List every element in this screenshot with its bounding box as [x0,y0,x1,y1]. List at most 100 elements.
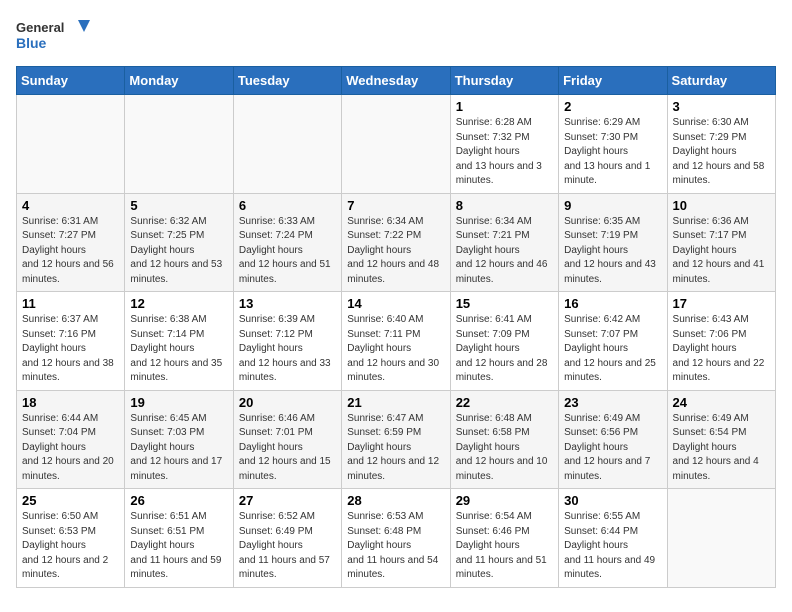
day-info: Sunrise: 6:53 AM Sunset: 6:48 PM Dayligh… [347,510,444,583]
calendar-week-2: 11 Sunrise: 6:37 AM Sunset: 7:16 PM Dayl… [17,292,776,391]
calendar-cell: 4 Sunrise: 6:31 AM Sunset: 7:27 PM Dayli… [17,193,125,292]
calendar-cell: 28 Sunrise: 6:53 AM Sunset: 6:48 PM Dayl… [342,489,450,588]
day-info: Sunrise: 6:28 AM Sunset: 7:32 PM Dayligh… [456,116,553,189]
day-number: 5 [130,198,227,213]
calendar-cell [233,95,341,194]
day-number: 4 [22,198,119,213]
day-info: Sunrise: 6:41 AM Sunset: 7:09 PM Dayligh… [456,313,553,386]
day-info: Sunrise: 6:50 AM Sunset: 6:53 PM Dayligh… [22,510,119,583]
day-number: 30 [564,493,661,508]
calendar-cell: 30 Sunrise: 6:55 AM Sunset: 6:44 PM Dayl… [559,489,667,588]
day-header-sunday: Sunday [17,67,125,95]
day-number: 13 [239,296,336,311]
day-number: 7 [347,198,444,213]
day-header-monday: Monday [125,67,233,95]
day-number: 10 [673,198,770,213]
day-info: Sunrise: 6:42 AM Sunset: 7:07 PM Dayligh… [564,313,661,386]
calendar-week-1: 4 Sunrise: 6:31 AM Sunset: 7:27 PM Dayli… [17,193,776,292]
day-number: 14 [347,296,444,311]
day-number: 12 [130,296,227,311]
calendar-cell: 23 Sunrise: 6:49 AM Sunset: 6:56 PM Dayl… [559,390,667,489]
calendar-cell: 17 Sunrise: 6:43 AM Sunset: 7:06 PM Dayl… [667,292,775,391]
day-info: Sunrise: 6:40 AM Sunset: 7:11 PM Dayligh… [347,313,444,386]
day-info: Sunrise: 6:54 AM Sunset: 6:46 PM Dayligh… [456,510,553,583]
day-number: 23 [564,395,661,410]
day-number: 15 [456,296,553,311]
day-info: Sunrise: 6:32 AM Sunset: 7:25 PM Dayligh… [130,215,227,288]
calendar-body: 1 Sunrise: 6:28 AM Sunset: 7:32 PM Dayli… [17,95,776,588]
logo: General Blue [16,16,96,56]
day-number: 2 [564,99,661,114]
day-number: 17 [673,296,770,311]
calendar-cell: 14 Sunrise: 6:40 AM Sunset: 7:11 PM Dayl… [342,292,450,391]
calendar-cell: 1 Sunrise: 6:28 AM Sunset: 7:32 PM Dayli… [450,95,558,194]
day-info: Sunrise: 6:34 AM Sunset: 7:21 PM Dayligh… [456,215,553,288]
calendar-cell: 18 Sunrise: 6:44 AM Sunset: 7:04 PM Dayl… [17,390,125,489]
calendar-header-row: SundayMondayTuesdayWednesdayThursdayFrid… [17,67,776,95]
day-number: 6 [239,198,336,213]
day-number: 26 [130,493,227,508]
day-number: 16 [564,296,661,311]
svg-text:Blue: Blue [16,35,47,51]
day-number: 18 [22,395,119,410]
day-info: Sunrise: 6:55 AM Sunset: 6:44 PM Dayligh… [564,510,661,583]
day-header-friday: Friday [559,67,667,95]
day-info: Sunrise: 6:43 AM Sunset: 7:06 PM Dayligh… [673,313,770,386]
calendar-cell: 29 Sunrise: 6:54 AM Sunset: 6:46 PM Dayl… [450,489,558,588]
calendar-cell: 19 Sunrise: 6:45 AM Sunset: 7:03 PM Dayl… [125,390,233,489]
day-info: Sunrise: 6:37 AM Sunset: 7:16 PM Dayligh… [22,313,119,386]
day-info: Sunrise: 6:29 AM Sunset: 7:30 PM Dayligh… [564,116,661,189]
day-header-thursday: Thursday [450,67,558,95]
day-info: Sunrise: 6:33 AM Sunset: 7:24 PM Dayligh… [239,215,336,288]
calendar-cell: 12 Sunrise: 6:38 AM Sunset: 7:14 PM Dayl… [125,292,233,391]
day-info: Sunrise: 6:48 AM Sunset: 6:58 PM Dayligh… [456,412,553,485]
day-number: 28 [347,493,444,508]
day-info: Sunrise: 6:52 AM Sunset: 6:49 PM Dayligh… [239,510,336,583]
calendar-cell: 3 Sunrise: 6:30 AM Sunset: 7:29 PM Dayli… [667,95,775,194]
calendar-cell: 7 Sunrise: 6:34 AM Sunset: 7:22 PM Dayli… [342,193,450,292]
day-number: 25 [22,493,119,508]
day-number: 29 [456,493,553,508]
calendar-cell [125,95,233,194]
calendar-week-4: 25 Sunrise: 6:50 AM Sunset: 6:53 PM Dayl… [17,489,776,588]
calendar-cell: 8 Sunrise: 6:34 AM Sunset: 7:21 PM Dayli… [450,193,558,292]
calendar-cell: 26 Sunrise: 6:51 AM Sunset: 6:51 PM Dayl… [125,489,233,588]
calendar-cell: 13 Sunrise: 6:39 AM Sunset: 7:12 PM Dayl… [233,292,341,391]
calendar-cell: 20 Sunrise: 6:46 AM Sunset: 7:01 PM Dayl… [233,390,341,489]
day-header-tuesday: Tuesday [233,67,341,95]
calendar-cell: 21 Sunrise: 6:47 AM Sunset: 6:59 PM Dayl… [342,390,450,489]
calendar-cell [342,95,450,194]
day-info: Sunrise: 6:34 AM Sunset: 7:22 PM Dayligh… [347,215,444,288]
day-info: Sunrise: 6:51 AM Sunset: 6:51 PM Dayligh… [130,510,227,583]
day-number: 21 [347,395,444,410]
day-number: 11 [22,296,119,311]
day-number: 8 [456,198,553,213]
day-header-saturday: Saturday [667,67,775,95]
calendar-cell: 25 Sunrise: 6:50 AM Sunset: 6:53 PM Dayl… [17,489,125,588]
day-number: 3 [673,99,770,114]
day-info: Sunrise: 6:49 AM Sunset: 6:54 PM Dayligh… [673,412,770,485]
day-info: Sunrise: 6:46 AM Sunset: 7:01 PM Dayligh… [239,412,336,485]
calendar-cell: 2 Sunrise: 6:29 AM Sunset: 7:30 PM Dayli… [559,95,667,194]
day-info: Sunrise: 6:47 AM Sunset: 6:59 PM Dayligh… [347,412,444,485]
general-blue-logo: General Blue [16,16,96,56]
day-number: 27 [239,493,336,508]
calendar-week-3: 18 Sunrise: 6:44 AM Sunset: 7:04 PM Dayl… [17,390,776,489]
day-info: Sunrise: 6:44 AM Sunset: 7:04 PM Dayligh… [22,412,119,485]
calendar-cell: 10 Sunrise: 6:36 AM Sunset: 7:17 PM Dayl… [667,193,775,292]
day-info: Sunrise: 6:36 AM Sunset: 7:17 PM Dayligh… [673,215,770,288]
calendar-cell: 11 Sunrise: 6:37 AM Sunset: 7:16 PM Dayl… [17,292,125,391]
day-info: Sunrise: 6:38 AM Sunset: 7:14 PM Dayligh… [130,313,227,386]
day-number: 9 [564,198,661,213]
day-number: 20 [239,395,336,410]
svg-text:General: General [16,20,64,35]
calendar-week-0: 1 Sunrise: 6:28 AM Sunset: 7:32 PM Dayli… [17,95,776,194]
calendar-cell: 22 Sunrise: 6:48 AM Sunset: 6:58 PM Dayl… [450,390,558,489]
calendar-cell: 5 Sunrise: 6:32 AM Sunset: 7:25 PM Dayli… [125,193,233,292]
day-info: Sunrise: 6:45 AM Sunset: 7:03 PM Dayligh… [130,412,227,485]
calendar-table: SundayMondayTuesdayWednesdayThursdayFrid… [16,66,776,588]
day-info: Sunrise: 6:31 AM Sunset: 7:27 PM Dayligh… [22,215,119,288]
day-number: 1 [456,99,553,114]
page-header: General Blue [16,16,776,56]
calendar-cell [667,489,775,588]
